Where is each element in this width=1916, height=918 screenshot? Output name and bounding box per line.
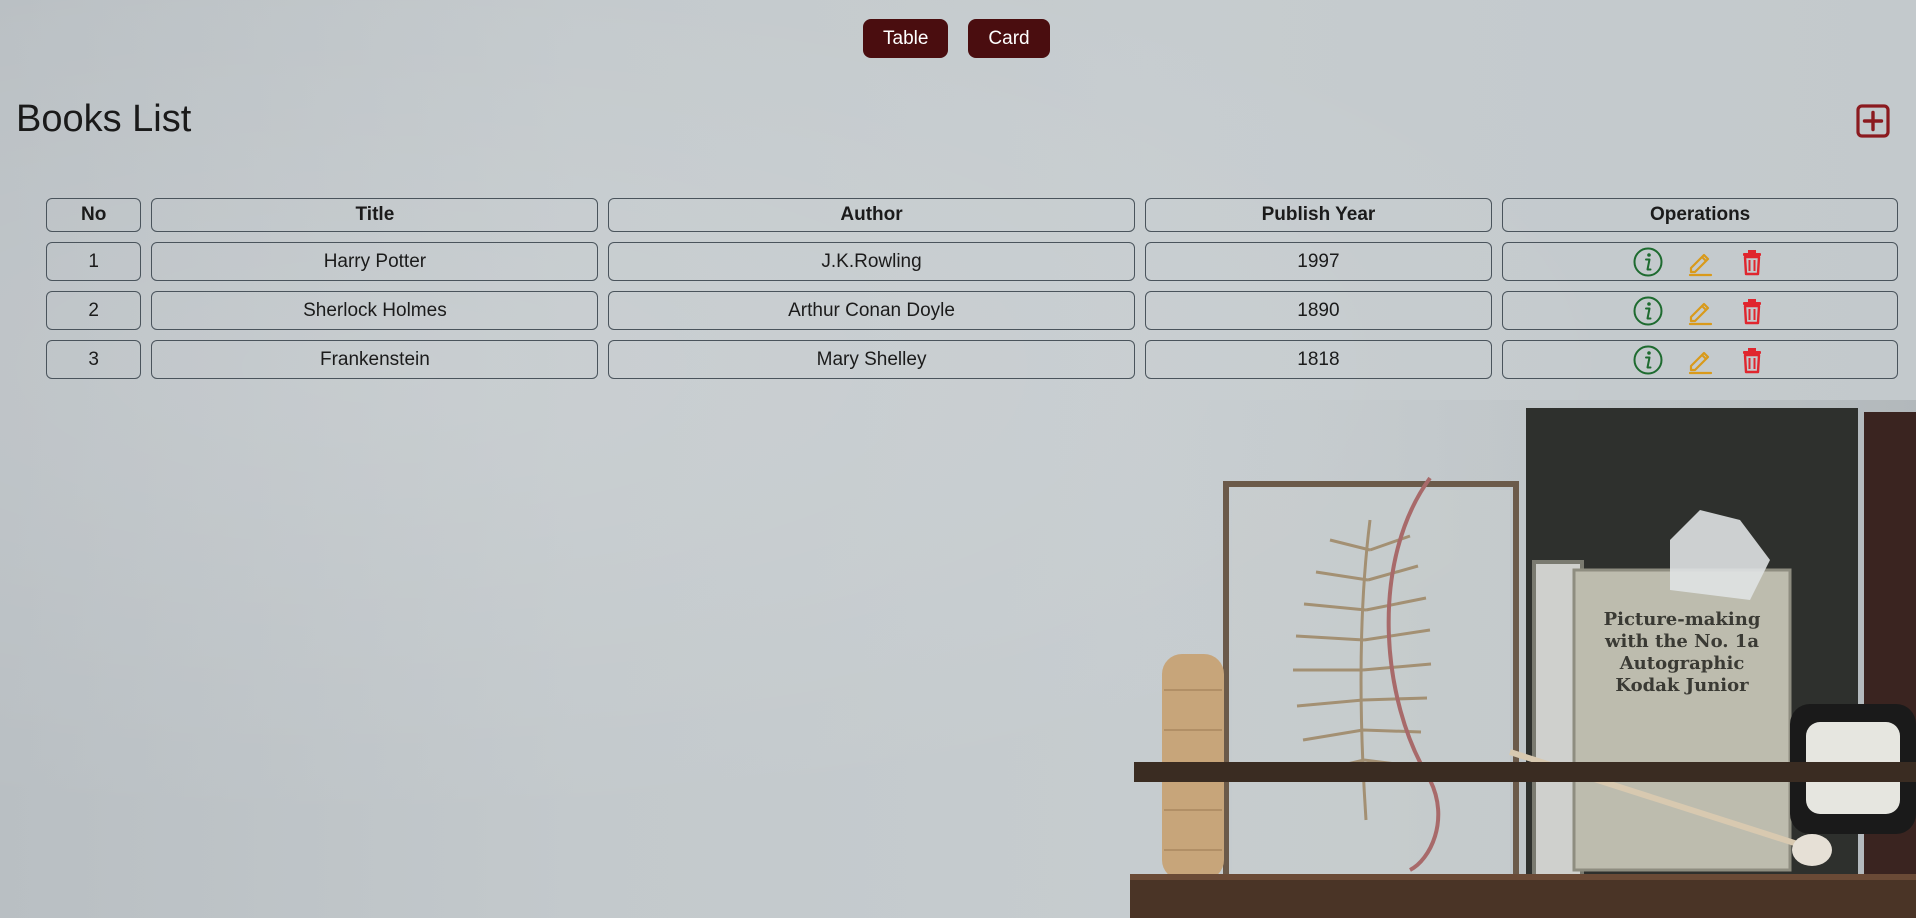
trash-icon[interactable] <box>1736 295 1768 327</box>
table-row: 3 Frankenstein Mary Shelley 1818 <box>46 340 1898 379</box>
pencil-icon[interactable] <box>1684 344 1716 376</box>
svg-text:with the No. 1a: with the No. 1a <box>1604 631 1759 652</box>
header-no: No <box>46 198 142 232</box>
svg-text:Kodak Junior: Kodak Junior <box>1615 675 1749 696</box>
card-view-button[interactable]: Card <box>968 19 1050 58</box>
cell-title: Frankenstein <box>151 340 599 379</box>
pencil-icon[interactable] <box>1684 246 1716 278</box>
cell-publish-year: 1818 <box>1144 340 1493 379</box>
pencil-icon[interactable] <box>1684 295 1716 327</box>
table-view-button[interactable]: Table <box>863 19 949 58</box>
page-title: Books List <box>16 98 192 140</box>
header-author: Author <box>608 198 1135 232</box>
table-header-row: No Title Author Publish Year Operations <box>46 198 1898 232</box>
row-operations <box>1632 295 1768 327</box>
trash-icon[interactable] <box>1736 344 1768 376</box>
view-toggle: Table Card <box>863 19 1050 58</box>
plus-square-icon <box>1856 104 1890 138</box>
header-publish-year: Publish Year <box>1144 198 1493 232</box>
cell-operations <box>1502 340 1898 379</box>
cell-author: Arthur Conan Doyle <box>608 291 1135 330</box>
cell-operations <box>1502 242 1898 281</box>
cell-no: 1 <box>46 242 142 281</box>
books-table: No Title Author Publish Year Operations … <box>36 188 1908 389</box>
info-circle-icon[interactable] <box>1632 344 1664 376</box>
header-operations: Operations <box>1502 198 1898 232</box>
cell-title: Sherlock Holmes <box>151 291 599 330</box>
info-circle-icon[interactable] <box>1632 246 1664 278</box>
row-operations <box>1632 246 1768 278</box>
background-shelf-photo: Picture-making with the No. 1a Autograph… <box>1130 400 1916 918</box>
table-row: 1 Harry Potter J.K.Rowling 1997 <box>46 242 1898 281</box>
cell-no: 2 <box>46 291 142 330</box>
cell-operations <box>1502 291 1898 330</box>
row-operations <box>1632 344 1768 376</box>
svg-text:Picture-making: Picture-making <box>1604 609 1761 630</box>
cell-no: 3 <box>46 340 142 379</box>
cell-publish-year: 1890 <box>1144 291 1493 330</box>
svg-text:Autographic: Autographic <box>1619 653 1745 674</box>
cell-title: Harry Potter <box>151 242 599 281</box>
table-row: 2 Sherlock Holmes Arthur Conan Doyle 189… <box>46 291 1898 330</box>
cell-publish-year: 1997 <box>1144 242 1493 281</box>
add-book-button[interactable] <box>1856 104 1890 138</box>
info-circle-icon[interactable] <box>1632 295 1664 327</box>
trash-icon[interactable] <box>1736 246 1768 278</box>
header-title: Title <box>151 198 599 232</box>
cell-author: Mary Shelley <box>608 340 1135 379</box>
cell-author: J.K.Rowling <box>608 242 1135 281</box>
